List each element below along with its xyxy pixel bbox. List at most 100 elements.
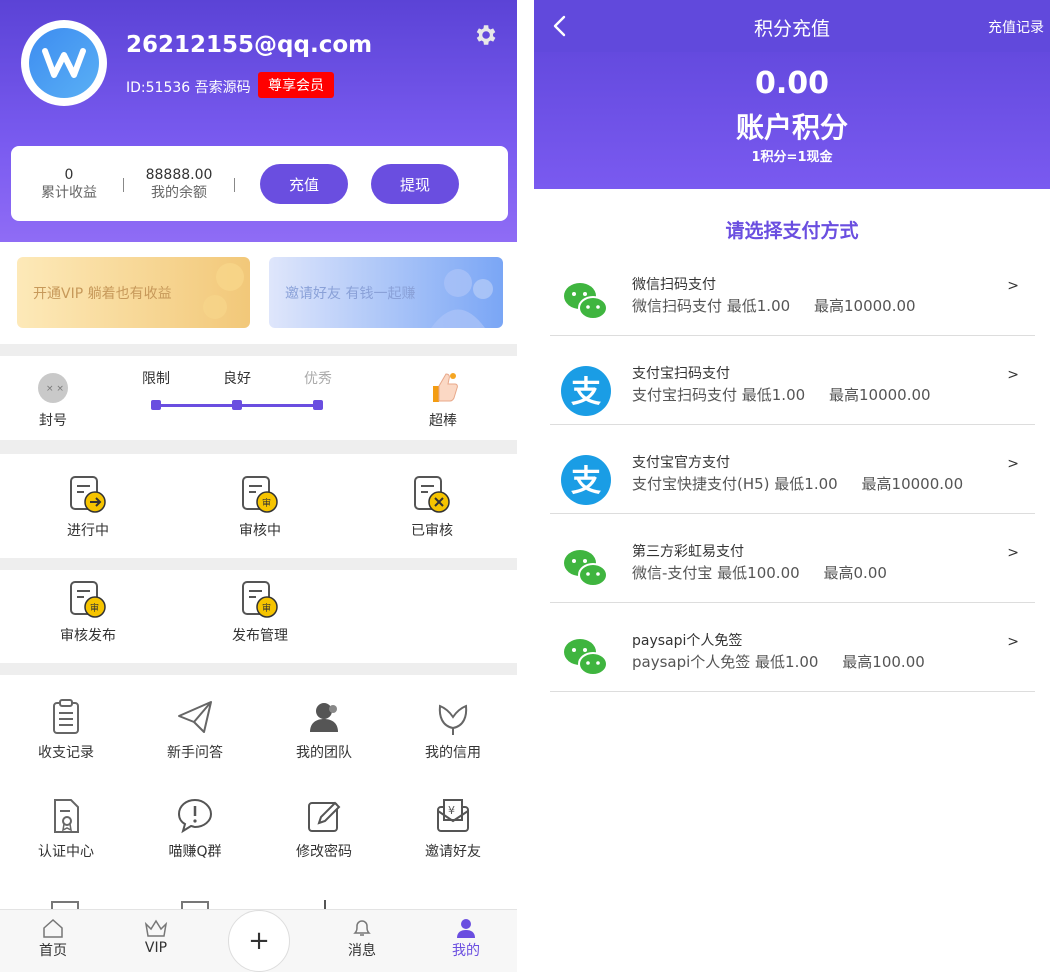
wechat-icon xyxy=(564,283,608,320)
rank-level-1: 限制 xyxy=(142,371,170,387)
publish-review[interactable]: 审 审核发布 xyxy=(52,579,124,645)
puzzle-icon xyxy=(203,263,244,319)
svg-text:支: 支 xyxy=(571,375,601,410)
task-label: 审核中 xyxy=(239,523,281,539)
tool-change-password[interactable]: 修改密码 xyxy=(288,797,360,861)
payment-limits: paysapi个人免签 最低1.00 最高100.00 xyxy=(632,653,925,671)
payment-method[interactable]: 支 支付宝官方支付 支付宝快捷支付(H5) 最低1.00 最高10000.00 … xyxy=(550,444,1035,514)
payment-limits: 微信扫码支付 最低1.00 最高10000.00 xyxy=(632,297,916,315)
payment-method[interactable]: 支 支付宝扫码支付 支付宝扫码支付 最低1.00 最高10000.00 > xyxy=(550,355,1035,425)
publish-label: 发布管理 xyxy=(232,628,288,644)
tool-credit[interactable]: 我的信用 xyxy=(417,698,489,762)
user-icon xyxy=(457,919,475,938)
payment-method[interactable]: paysapi个人免签 paysapi个人免签 最低1.00 最高100.00 … xyxy=(550,622,1035,692)
avatar[interactable] xyxy=(21,20,107,106)
clipboard-icon xyxy=(53,699,79,734)
tool-faq[interactable]: 新手问答 xyxy=(159,698,231,762)
home-icon xyxy=(43,918,63,938)
payment-method[interactable]: 微信扫码支付 微信扫码支付 最低1.00 最高10000.00 > xyxy=(550,266,1035,336)
payment-name: 支付宝扫码支付 xyxy=(632,366,730,382)
doc-arrow-icon xyxy=(70,476,106,513)
publish-label: 审核发布 xyxy=(60,628,116,644)
certificate-icon xyxy=(54,799,79,833)
payment-name: paysapi个人免签 xyxy=(632,633,743,649)
balance-stat: 88888.00 我的余额 xyxy=(139,166,219,202)
doc-review-icon: 审 xyxy=(242,581,278,618)
section-divider xyxy=(0,344,517,356)
payment-limits: 支付宝快捷支付(H5) 最低1.00 最高10000.00 xyxy=(632,475,964,493)
earnings-label: 累计收益 xyxy=(41,185,97,201)
add-button[interactable]: + xyxy=(228,910,290,972)
section-divider xyxy=(0,440,517,454)
tab-label: 首页 xyxy=(39,943,67,959)
vip-banner-text: 开通VIP 躺着也有收益 xyxy=(33,285,172,302)
tool-label: 收支记录 xyxy=(38,745,94,761)
gear-icon[interactable] xyxy=(472,22,498,48)
invite-banner-text: 邀请好友 有钱一起赚 xyxy=(285,285,416,302)
user-id: ID:51536 吾索源码 xyxy=(126,80,251,96)
svg-text:支: 支 xyxy=(571,464,601,499)
tab-mine[interactable]: 我的 xyxy=(436,918,496,960)
earnings-stat: 0 累计收益 xyxy=(39,166,99,202)
task-under-review[interactable]: 审 审核中 xyxy=(230,474,290,540)
payment-name: 支付宝官方支付 xyxy=(632,455,730,471)
recharge-history-link[interactable]: 充值记录 xyxy=(988,17,1044,37)
tool-label: 喵赚Q群 xyxy=(168,844,222,860)
chat-alert-icon xyxy=(177,798,213,834)
tool-label: 认证中心 xyxy=(38,844,94,860)
payment-name: 第三方彩虹易支付 xyxy=(632,544,744,560)
people-icon xyxy=(431,269,493,328)
task-in-progress[interactable]: 进行中 xyxy=(58,474,118,540)
invite-banner[interactable]: 邀请好友 有钱一起赚 xyxy=(269,257,503,328)
tool-verification[interactable]: 认证中心 xyxy=(30,797,102,861)
tool-label: 邀请好友 xyxy=(425,844,481,860)
rank-level-3: 优秀 xyxy=(304,371,332,387)
tab-vip[interactable]: VIP xyxy=(126,918,186,956)
nav-bar: 积分充值 充值记录 xyxy=(534,0,1050,52)
rank-banned: × × 封号 xyxy=(30,372,76,430)
payment-method[interactable]: 第三方彩虹易支付 微信-支付宝 最低100.00 最高0.00 > xyxy=(550,533,1035,603)
tool-team[interactable]: 我的团队 xyxy=(288,698,360,762)
paper-plane-icon xyxy=(178,701,212,733)
tab-home[interactable]: 首页 xyxy=(23,918,83,960)
divider xyxy=(123,178,124,192)
doc-review-icon: 审 xyxy=(70,581,106,618)
balance-label: 我的余额 xyxy=(151,185,207,201)
vip-banner[interactable]: 开通VIP 躺着也有收益 xyxy=(17,257,250,328)
username: 26212155@qq.com xyxy=(126,32,373,58)
tab-label: 消息 xyxy=(348,943,376,959)
rank-excellent: 超棒 xyxy=(420,370,466,430)
tool-label: 修改密码 xyxy=(296,844,352,860)
chevron-right-icon: > xyxy=(1007,367,1019,383)
publish-manage[interactable]: 审 发布管理 xyxy=(224,579,296,645)
payment-name: 微信扫码支付 xyxy=(632,277,716,293)
tool-qq-group[interactable]: 喵赚Q群 xyxy=(159,797,231,861)
flower-icon xyxy=(438,704,468,735)
doc-review-icon: 审 xyxy=(242,476,278,513)
svg-text:¥: ¥ xyxy=(448,804,455,817)
tab-label: VIP xyxy=(144,940,168,956)
points-label: 账户积分 xyxy=(735,111,848,144)
section-divider xyxy=(0,663,517,675)
exchange-rate: 1积分=1现金 xyxy=(751,150,833,165)
chevron-right-icon: > xyxy=(1007,545,1019,561)
rank-level-2: 良好 xyxy=(223,371,251,387)
task-label: 已审核 xyxy=(411,523,453,539)
section-divider xyxy=(0,558,517,570)
rank-dot xyxy=(232,400,242,410)
alipay-icon: 支 xyxy=(561,366,611,416)
task-reviewed[interactable]: 已审核 xyxy=(402,474,462,540)
tool-label: 我的信用 xyxy=(425,745,481,761)
tab-label: 我的 xyxy=(452,943,480,959)
chevron-right-icon: > xyxy=(1007,278,1019,294)
withdraw-button[interactable]: 提现 xyxy=(371,164,459,204)
svg-text:审: 审 xyxy=(90,602,99,614)
tab-messages[interactable]: 消息 xyxy=(332,918,392,960)
recharge-button[interactable]: 充值 xyxy=(260,164,348,204)
doc-close-icon xyxy=(414,476,450,513)
profile-header: 26212155@qq.com ID:51536 吾索源码 尊享会员 0 累计收… xyxy=(0,0,517,242)
tool-transactions[interactable]: 收支记录 xyxy=(30,698,102,762)
tool-label: 新手问答 xyxy=(167,745,223,761)
svg-text:× ×: × × xyxy=(46,384,64,394)
tool-invite[interactable]: ¥ 邀请好友 xyxy=(417,797,489,861)
